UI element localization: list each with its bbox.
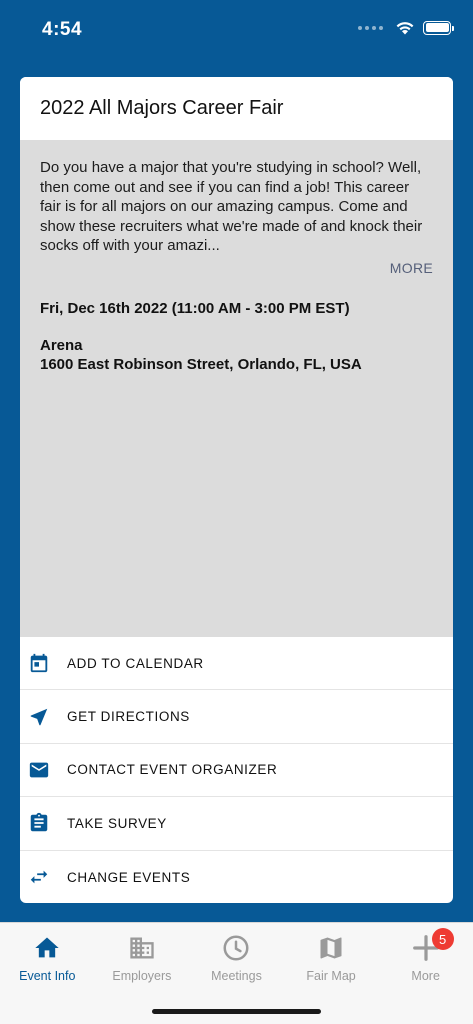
tab-employers[interactable]: Employers [95, 923, 190, 989]
status-bar: 4:54 [0, 0, 473, 62]
change-events-button[interactable]: CHANGE EVENTS [20, 851, 453, 903]
contact-organizer-button[interactable]: CONTACT EVENT ORGANIZER [20, 744, 453, 798]
event-date: Fri, Dec 16th 2022 (11:00 AM - 3:00 PM E… [40, 299, 350, 317]
event-details: Do you have a major that you're studying… [20, 140, 453, 637]
navigation-icon [28, 706, 50, 728]
clipboard-icon [28, 812, 50, 834]
battery-icon [423, 20, 454, 35]
venue-name: Arena [40, 336, 83, 354]
home-indicator [152, 1009, 321, 1014]
event-card: 2022 All Majors Career Fair Do you have … [20, 77, 453, 903]
more-link[interactable]: MORE [40, 260, 433, 276]
tab-label: Meetings [211, 969, 262, 983]
calendar-icon [28, 652, 50, 674]
action-label: CHANGE EVENTS [67, 869, 191, 885]
tab-more[interactable]: 5 More [378, 923, 473, 989]
wifi-icon [396, 22, 414, 35]
action-label: CONTACT EVENT ORGANIZER [67, 762, 278, 778]
clock-icon [221, 933, 251, 963]
tab-label: Employers [112, 969, 172, 983]
action-label: ADD TO CALENDAR [67, 655, 204, 671]
signal-icon [358, 25, 383, 30]
venue-address: 1600 East Robinson Street, Orlando, FL, … [40, 355, 362, 373]
home-icon [32, 933, 62, 963]
swap-icon [28, 866, 50, 888]
building-icon [127, 933, 157, 963]
status-icons [358, 20, 454, 35]
get-directions-button[interactable]: GET DIRECTIONS [20, 690, 453, 744]
take-survey-button[interactable]: TAKE SURVEY [20, 797, 453, 851]
action-label: GET DIRECTIONS [67, 709, 190, 725]
notification-badge: 5 [431, 928, 454, 950]
event-title: 2022 All Majors Career Fair [20, 77, 453, 140]
tab-fair-map[interactable]: Fair Map [284, 923, 379, 989]
action-list: ADD TO CALENDAR GET DIRECTIONS CONTACT E… [20, 637, 453, 903]
tab-meetings[interactable]: Meetings [189, 923, 284, 989]
tab-label: Fair Map [306, 969, 356, 983]
status-time: 4:54 [42, 19, 83, 40]
map-icon [316, 933, 346, 963]
tab-bar: Event Info Employers Meetings Fair Map 5 [0, 922, 473, 1024]
event-description: Do you have a major that you're studying… [40, 159, 423, 254]
add-to-calendar-button[interactable]: ADD TO CALENDAR [20, 637, 453, 691]
tab-event-info[interactable]: Event Info [0, 923, 95, 989]
tab-label: More [411, 969, 440, 983]
tab-label: Event Info [19, 969, 76, 983]
mail-icon [28, 759, 50, 781]
action-label: TAKE SURVEY [67, 815, 167, 831]
